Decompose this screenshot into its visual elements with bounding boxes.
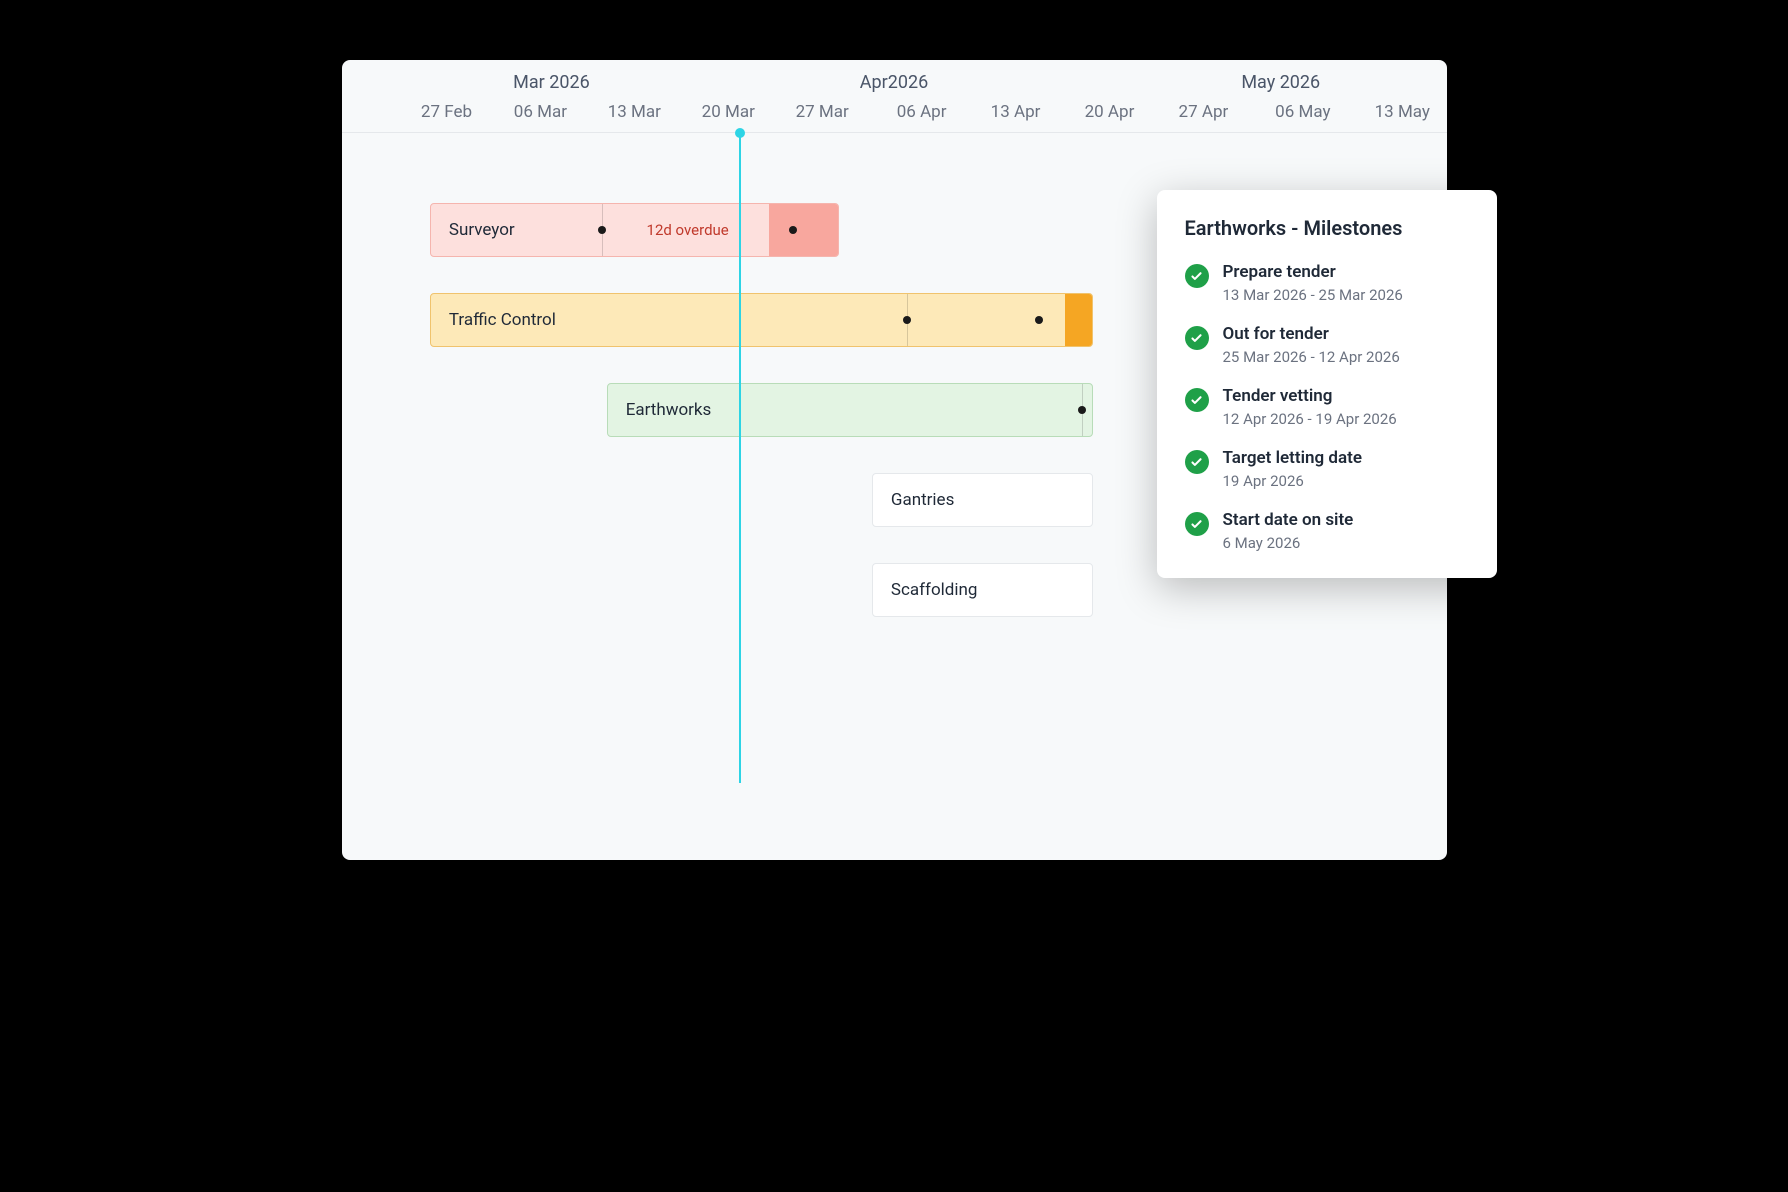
week-row: 27 Feb 06 Mar 13 Mar 20 Mar 27 Mar 06 Ap…	[342, 102, 1447, 132]
milestone-dot-icon	[1078, 406, 1086, 414]
week-label: 13 Apr	[991, 102, 1041, 122]
bar-scaffolding[interactable]: Scaffolding	[872, 563, 1093, 617]
bar-label: Surveyor	[449, 220, 515, 240]
month-label: Apr2026	[860, 72, 928, 93]
check-icon	[1185, 388, 1209, 412]
milestone-item[interactable]: Target letting date 19 Apr 2026	[1185, 448, 1469, 490]
check-icon	[1185, 450, 1209, 474]
check-icon	[1185, 326, 1209, 350]
milestone-date: 12 Apr 2026 - 19 Apr 2026	[1223, 410, 1469, 428]
bar-surveyor[interactable]: Surveyor 12d overdue	[430, 203, 839, 257]
milestone-item[interactable]: Start date on site 6 May 2026	[1185, 510, 1469, 552]
month-label: May 2026	[1241, 72, 1320, 93]
bar-gantries[interactable]: Gantries	[872, 473, 1093, 527]
week-label: 06 May	[1275, 102, 1330, 122]
milestone-dot-icon	[903, 316, 911, 324]
week-label: 27 Mar	[796, 102, 849, 122]
popover-title: Earthworks - Milestones	[1185, 216, 1469, 240]
week-label: 06 Apr	[897, 102, 947, 122]
bar-label: Traffic Control	[449, 310, 556, 330]
milestone-dot-icon	[1035, 316, 1043, 324]
overdue-text: 12d overdue	[647, 221, 729, 239]
today-line	[739, 133, 741, 783]
week-label: 06 Mar	[514, 102, 567, 122]
gantt-window: Mar 2026 Apr2026 May 2026 27 Feb 06 Mar …	[342, 60, 1447, 860]
milestones-popover: Earthworks - Milestones Prepare tender 1…	[1157, 190, 1497, 578]
timeline-header: Mar 2026 Apr2026 May 2026 27 Feb 06 Mar …	[342, 60, 1447, 133]
week-label: 20 Apr	[1085, 102, 1135, 122]
bar-accent-region	[1065, 294, 1091, 346]
milestone-name: Out for tender	[1223, 324, 1469, 344]
overdue-region	[769, 204, 838, 256]
week-label: 27 Apr	[1179, 102, 1229, 122]
milestone-name: Start date on site	[1223, 510, 1469, 530]
milestone-name: Target letting date	[1223, 448, 1469, 468]
month-row: Mar 2026 Apr2026 May 2026	[342, 72, 1447, 102]
milestone-name: Tender vetting	[1223, 386, 1469, 406]
month-label: Mar 2026	[513, 72, 590, 93]
milestone-name: Prepare tender	[1223, 262, 1469, 282]
milestone-dot-icon	[598, 226, 606, 234]
check-icon	[1185, 264, 1209, 288]
today-dot-icon	[735, 128, 745, 138]
milestone-date: 19 Apr 2026	[1223, 472, 1469, 490]
milestone-item[interactable]: Tender vetting 12 Apr 2026 - 19 Apr 2026	[1185, 386, 1469, 428]
week-label: 13 May	[1375, 102, 1430, 122]
week-label: 27 Feb	[421, 102, 472, 122]
bar-label: Scaffolding	[891, 580, 978, 600]
bar-label: Earthworks	[626, 400, 712, 420]
milestone-date: 6 May 2026	[1223, 534, 1469, 552]
bar-label: Gantries	[891, 490, 954, 510]
milestone-date: 25 Mar 2026 - 12 Apr 2026	[1223, 348, 1469, 366]
bar-traffic-control[interactable]: Traffic Control	[430, 293, 1093, 347]
milestone-item[interactable]: Prepare tender 13 Mar 2026 - 25 Mar 2026	[1185, 262, 1469, 304]
milestone-dot-icon	[789, 226, 797, 234]
milestone-date: 13 Mar 2026 - 25 Mar 2026	[1223, 286, 1469, 304]
week-label: 20 Mar	[702, 102, 755, 122]
check-icon	[1185, 512, 1209, 536]
bar-earthworks[interactable]: Earthworks	[607, 383, 1093, 437]
milestone-item[interactable]: Out for tender 25 Mar 2026 - 12 Apr 2026	[1185, 324, 1469, 366]
week-label: 13 Mar	[608, 102, 661, 122]
